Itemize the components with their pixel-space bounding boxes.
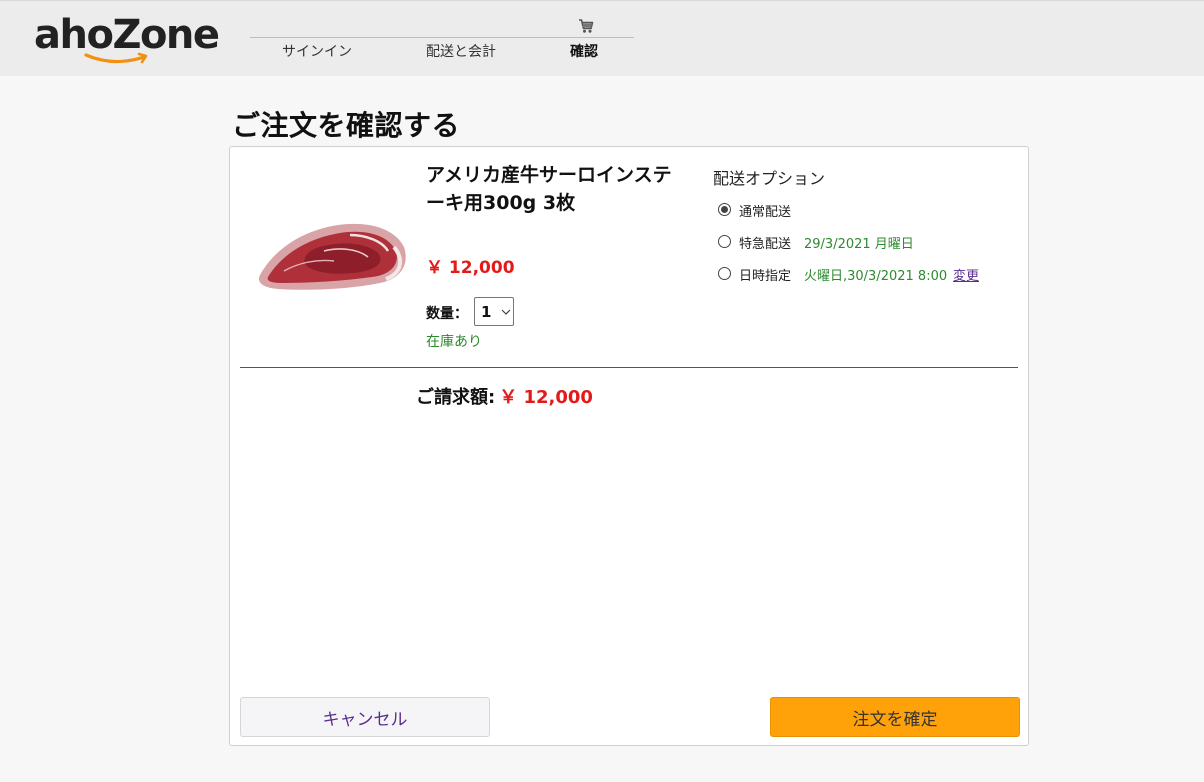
quantity-label: 数量： — [426, 306, 468, 322]
stock-status: 在庫あり — [426, 334, 482, 350]
step-confirm: 確認 — [570, 44, 598, 60]
shipping-options-title: 配送オプション — [713, 169, 826, 188]
confirm-order-button[interactable]: 注文を確定 — [770, 697, 1020, 737]
radio-scheduled[interactable] — [718, 267, 731, 280]
step-signin: サインイン — [282, 44, 352, 60]
product-price: ￥ 12,000 — [426, 258, 515, 278]
radio-express[interactable] — [718, 235, 731, 248]
change-schedule-link[interactable]: 変更 — [953, 265, 979, 284]
quantity-value: 1 — [481, 303, 492, 321]
order-card: アメリカ産牛サーロインステーキ用300g 3枚 ￥ 12,000 数量： 1 在… — [229, 146, 1029, 746]
chevron-down-icon — [501, 309, 511, 315]
total-label: ご請求額: — [416, 387, 496, 408]
logo[interactable]: ahoZone — [34, 11, 220, 69]
product-image — [258, 223, 406, 290]
divider — [240, 367, 1018, 368]
shipping-option-date: 火曜日,30/3/2021 8:00 — [804, 269, 948, 284]
order-total: ご請求額: ￥ 12,000 — [416, 383, 593, 409]
header: ahoZone サインイン 配送と会計 確認 — [0, 0, 1204, 76]
total-amount: ￥ 12,000 — [499, 387, 593, 408]
step-shipping-payment: 配送と会計 — [426, 44, 496, 60]
progress-line — [250, 37, 634, 38]
cart-icon — [579, 19, 594, 33]
logo-smile-icon — [84, 52, 148, 64]
shipping-option-label: 特急配送 — [739, 237, 792, 252]
radio-standard[interactable] — [718, 203, 731, 216]
shipping-option-label: 日時指定 — [739, 269, 792, 284]
quantity-select[interactable]: 1 — [474, 297, 514, 326]
shipping-option-label: 通常配送 — [739, 205, 792, 220]
shipping-option-date: 29/3/2021 月曜日 — [804, 237, 914, 252]
checkout-steps: サインイン 配送と会計 確認 — [250, 17, 634, 61]
cancel-button[interactable]: キャンセル — [240, 697, 490, 737]
page-title: ご注文を確認する — [232, 109, 461, 142]
product-title[interactable]: アメリカ産牛サーロインステーキ用300g 3枚 — [426, 161, 686, 217]
